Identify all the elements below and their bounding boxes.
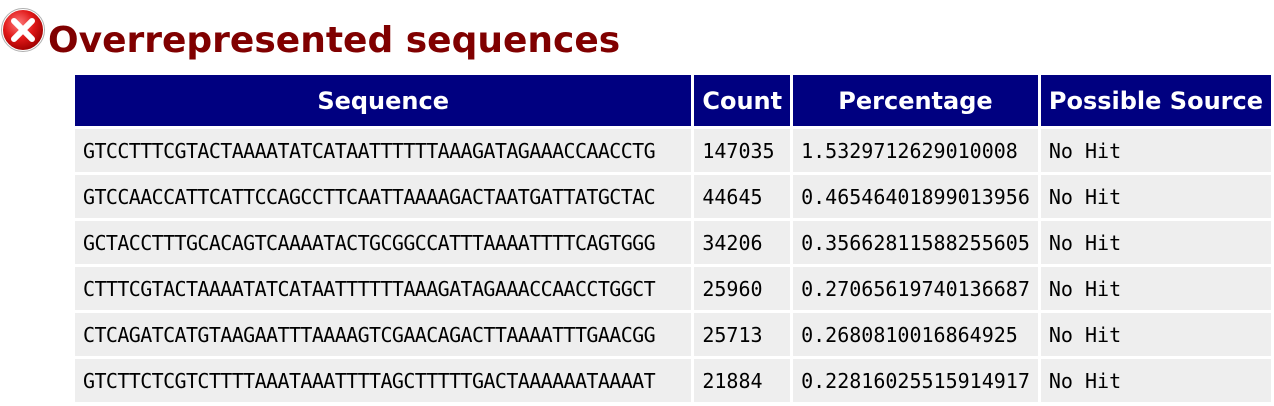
source-cell: No Hit — [1040, 175, 1271, 218]
table-row: GTCCAACCATTCATTCCAGCCTTCAATTAAAAGACTAATG… — [75, 175, 1271, 218]
sequence-cell: CTCAGATCATGTAAGAATTTAAAAGTCGAACAGACTTAAA… — [75, 313, 692, 356]
column-header-count: Count — [694, 75, 791, 126]
percentage-cell: 0.22816025515914917 — [793, 359, 1038, 402]
table-row: GTCCTTTCGTACTAAAATATCATAATTTTTTAAAGATAGA… — [75, 129, 1271, 172]
fastqc-module-page: Overrepresented sequences Sequence Count… — [0, 0, 1274, 406]
source-cell: No Hit — [1040, 221, 1271, 264]
source-cell: No Hit — [1040, 359, 1271, 402]
module-header: Overrepresented sequences — [0, 6, 620, 66]
source-cell: No Hit — [1040, 129, 1271, 172]
count-cell: 21884 — [694, 359, 791, 402]
sequence-cell: GTCCAACCATTCATTCCAGCCTTCAATTAAAAGACTAATG… — [75, 175, 692, 218]
table-row: CTCAGATCATGTAAGAATTTAAAAGTCGAACAGACTTAAA… — [75, 313, 1271, 356]
count-cell: 34206 — [694, 221, 791, 264]
count-cell: 25713 — [694, 313, 791, 356]
percentage-cell: 0.46546401899013956 — [793, 175, 1038, 218]
table-header-row: Sequence Count Percentage Possible Sourc… — [75, 75, 1271, 126]
count-cell: 25960 — [694, 267, 791, 310]
table-row: GCTACCTTTGCACAGTCAAAATACTGCGGCCATTTAAAAT… — [75, 221, 1271, 264]
column-header-sequence: Sequence — [75, 75, 692, 126]
percentage-cell: 1.5329712629010008 — [793, 129, 1038, 172]
overrepresented-sequences-table: Sequence Count Percentage Possible Sourc… — [72, 72, 1274, 405]
percentage-cell: 0.27065619740136687 — [793, 267, 1038, 310]
column-header-possible-source: Possible Source — [1040, 75, 1271, 126]
percentage-cell: 0.2680810016864925 — [793, 313, 1038, 356]
sequence-cell: GTCCTTTCGTACTAAAATATCATAATTTTTTAAAGATAGA… — [75, 129, 692, 172]
source-cell: No Hit — [1040, 267, 1271, 310]
sequence-cell: CTTTCGTACTAAAATATCATAATTTTTTAAAGATAGAAAC… — [75, 267, 692, 310]
table-row: GTCTTCTCGTCTTTTAAATAAATTTTAGCTTTTTGACTAA… — [75, 359, 1271, 402]
percentage-cell: 0.35662811588255605 — [793, 221, 1038, 264]
column-header-percentage: Percentage — [793, 75, 1038, 126]
count-cell: 44645 — [694, 175, 791, 218]
page-title: Overrepresented sequences — [48, 19, 621, 61]
count-cell: 147035 — [694, 129, 791, 172]
sequence-cell: GTCTTCTCGTCTTTTAAATAAATTTTAGCTTTTTGACTAA… — [75, 359, 692, 402]
table-row: CTTTCGTACTAAAATATCATAATTTTTTAAAGATAGAAAC… — [75, 267, 1271, 310]
source-cell: No Hit — [1040, 313, 1271, 356]
sequence-cell: GCTACCTTTGCACAGTCAAAATACTGCGGCCATTTAAAAT… — [75, 221, 692, 264]
error-x-icon — [1, 8, 45, 52]
